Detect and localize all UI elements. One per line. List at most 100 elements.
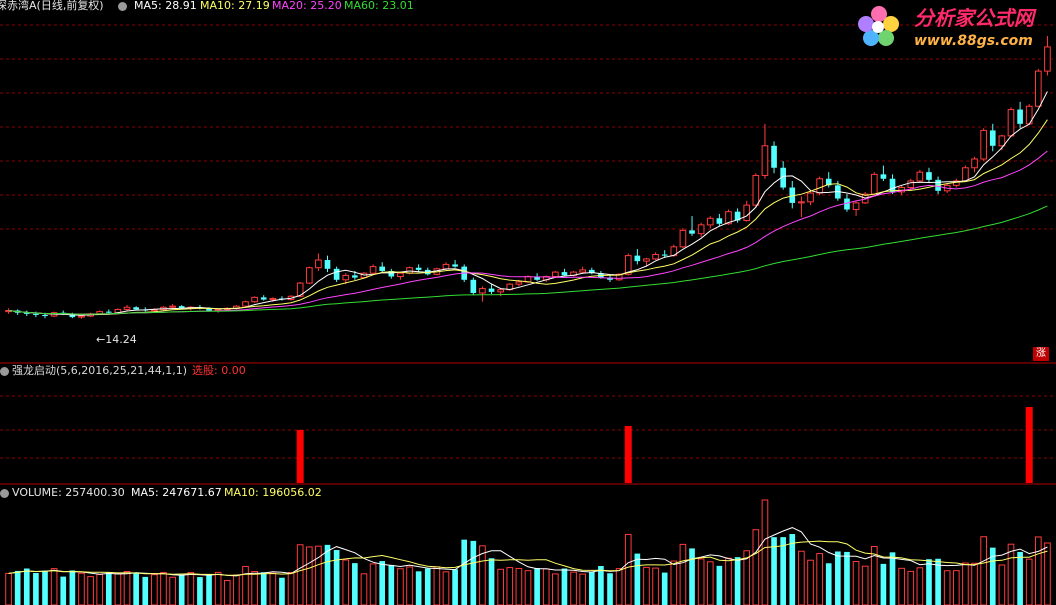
signal-bar xyxy=(1025,407,1033,483)
candle-body xyxy=(1035,70,1042,107)
candle-body xyxy=(816,178,823,194)
volume-bar xyxy=(333,550,340,605)
stock-chart[interactable] xyxy=(0,0,1056,605)
volume-label: VOLUME: 257400.30 xyxy=(12,486,125,499)
volume-bar xyxy=(397,568,404,605)
volume-bar xyxy=(342,559,350,605)
candle-body xyxy=(33,313,39,315)
settings-circle-icon[interactable] xyxy=(118,2,127,11)
volume-bar xyxy=(324,544,331,605)
volume-bar xyxy=(269,572,277,605)
candle-body xyxy=(870,173,878,195)
candle-body xyxy=(452,264,458,267)
volume-bar xyxy=(233,574,240,605)
volume-bar xyxy=(470,540,477,605)
volume-bar xyxy=(251,571,258,605)
volume-bar xyxy=(952,570,960,605)
candle-body xyxy=(880,174,887,179)
volume-bar xyxy=(926,559,932,605)
low-price-marker: ←14.24 xyxy=(96,333,137,346)
volume-bar xyxy=(816,553,823,605)
volume-bar xyxy=(305,546,313,605)
volume-bar xyxy=(1025,558,1033,605)
volume-bar xyxy=(169,576,176,605)
candle-body xyxy=(515,281,523,285)
volume-bar xyxy=(825,563,832,605)
candle-body xyxy=(397,272,404,277)
volume-bar xyxy=(844,551,850,605)
candle-body xyxy=(807,192,814,203)
volume-bar xyxy=(223,579,231,605)
volume-bar xyxy=(679,543,687,605)
volume-bar xyxy=(998,564,1006,605)
volume-bar xyxy=(360,573,368,605)
volume-bar xyxy=(542,568,550,605)
watermark-logo: 分析家公式网 www.88gs.com xyxy=(856,4,1052,54)
candle-body xyxy=(42,314,48,317)
volume-bar xyxy=(789,534,796,605)
volume-bar xyxy=(433,566,441,605)
volume-bar xyxy=(50,568,58,605)
candle-body xyxy=(980,129,987,160)
candle-body xyxy=(679,229,687,248)
candle-body xyxy=(133,307,139,310)
ma60-label: MA60: 23.01 xyxy=(344,0,414,12)
volume-bar xyxy=(33,572,39,605)
volume-bar xyxy=(123,570,131,605)
candle-body xyxy=(643,258,650,262)
candle-body xyxy=(579,269,587,273)
candle-body xyxy=(661,254,668,256)
watermark-name: 分析家公式网 xyxy=(914,6,1034,30)
candle-body xyxy=(761,145,769,176)
volume-bar xyxy=(689,548,695,605)
candle-body xyxy=(889,178,896,192)
volume-bar xyxy=(880,563,887,605)
volume-bar xyxy=(552,573,559,605)
volume-bar xyxy=(780,537,786,605)
volume-bar xyxy=(916,567,924,605)
volume-bar xyxy=(643,566,650,605)
volume-bar xyxy=(861,565,869,605)
flower-logo-icon xyxy=(858,6,899,46)
volume-bar xyxy=(214,571,222,605)
volume-bar xyxy=(898,567,905,605)
signal-bar xyxy=(296,430,304,483)
volume-bar xyxy=(78,572,85,605)
volume-bar xyxy=(670,560,678,605)
zhang-button[interactable]: 涨 xyxy=(1033,347,1049,361)
volume-bar xyxy=(415,571,422,605)
candle-body xyxy=(971,158,978,169)
candle-body xyxy=(989,130,996,146)
candle-body xyxy=(470,279,477,293)
volume-bar xyxy=(1017,551,1023,605)
volume-bar xyxy=(5,572,12,605)
volume-bar xyxy=(23,568,30,605)
volume-bar xyxy=(1007,543,1015,605)
volume-bar xyxy=(69,570,76,605)
ma20-label: MA20: 25.20 xyxy=(272,0,342,12)
volume-settings-icon[interactable] xyxy=(0,489,9,498)
volume-bar xyxy=(497,568,504,605)
volume-bar xyxy=(296,544,304,605)
candle-body xyxy=(771,145,777,168)
volume-bar xyxy=(697,558,705,605)
volume-bar xyxy=(105,572,112,605)
candle-body xyxy=(998,135,1006,147)
candle-body xyxy=(552,271,559,277)
volume-bar xyxy=(524,570,532,605)
candle-body xyxy=(1017,109,1023,124)
volume-bar xyxy=(352,563,358,605)
volume-bar xyxy=(579,573,587,605)
volume-bar xyxy=(452,569,458,605)
volume-bar xyxy=(624,533,632,605)
indicator-title: 强龙启动(5,6,2016,25,21,44,1,1) xyxy=(12,364,188,377)
volume-bar xyxy=(187,572,195,605)
candle-body xyxy=(716,218,723,224)
volume-bar xyxy=(725,557,732,605)
candle-body xyxy=(652,254,659,260)
volume-bar xyxy=(1035,536,1042,605)
volume-bar xyxy=(734,557,741,605)
indicator-settings-icon[interactable] xyxy=(0,367,9,376)
candle-body xyxy=(342,274,350,281)
volume-bar xyxy=(962,562,969,605)
